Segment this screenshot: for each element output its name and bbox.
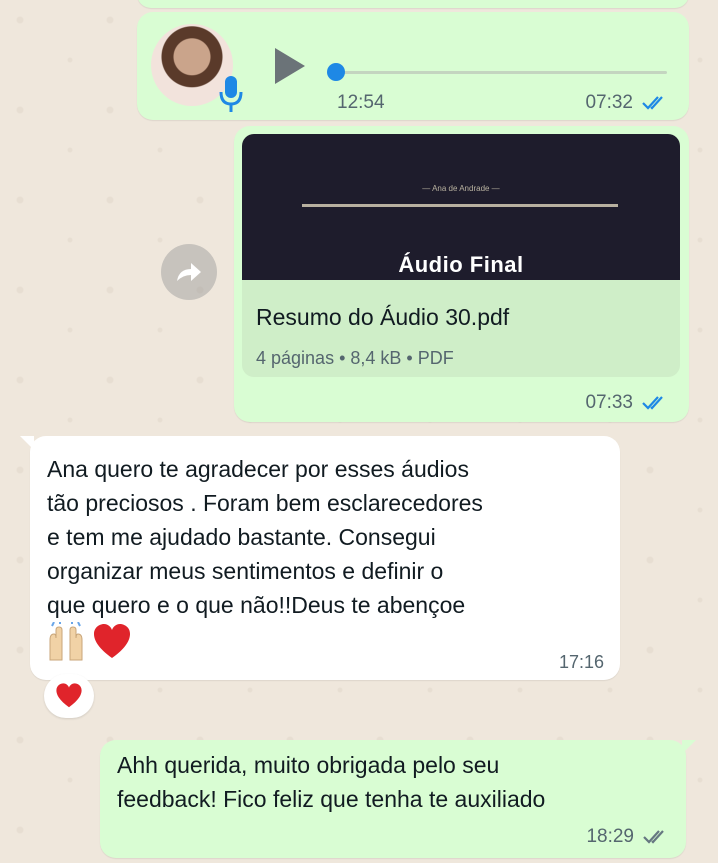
bubble-tail: [682, 740, 696, 754]
preview-subtitle: — Ana de Andrade —: [422, 184, 500, 193]
document-time: 07:33: [585, 392, 633, 413]
outgoing-message[interactable]: Ahh querida, muito obrigada pelo seu fee…: [100, 740, 696, 858]
preview-title: Áudio Final: [398, 252, 524, 277]
bubble-tail: [20, 436, 34, 450]
incoming-time: 17:16: [558, 652, 604, 672]
outgoing-message-text: Ahh querida, muito obrigada pelo seu fee…: [117, 752, 546, 812]
read-ticks-icon: [641, 95, 669, 111]
outgoing-meta: 18:29: [586, 826, 670, 848]
forward-button[interactable]: [161, 244, 217, 300]
document-message[interactable]: — Ana de Andrade — Áudio Final Resumo do…: [234, 126, 689, 422]
document-card[interactable]: — Ana de Andrade — Áudio Final Resumo do…: [242, 134, 680, 377]
audio-progress-knob[interactable]: [327, 63, 345, 81]
voice-duration: 12:54: [337, 92, 385, 113]
read-ticks-icon: [641, 395, 669, 411]
red-heart-icon: [94, 624, 130, 658]
forward-icon: [177, 263, 201, 281]
incoming-message[interactable]: Ana quero te agradecer por esses áudios …: [20, 436, 620, 680]
preview-divider: [302, 204, 618, 207]
emoji-row: [46, 622, 132, 662]
voice-note-message[interactable]: 12:54 07:32: [137, 12, 689, 120]
play-icon[interactable]: [271, 46, 307, 86]
voice-time: 07:32: [585, 92, 633, 113]
red-heart-icon: [56, 683, 82, 708]
outgoing-time: 18:29: [586, 826, 634, 847]
audio-progress-track[interactable]: [335, 71, 667, 74]
microphone-icon: [219, 74, 243, 114]
voice-meta: 07:32: [585, 92, 669, 114]
document-preview: — Ana de Andrade — Áudio Final: [242, 134, 680, 280]
delivered-ticks-icon: [642, 829, 670, 845]
raising-hands-icon: [49, 622, 83, 661]
previous-message-bubble: [137, 0, 689, 8]
incoming-message-text: Ana quero te agradecer por esses áudios …: [47, 456, 483, 618]
reaction-badge[interactable]: [44, 674, 94, 718]
document-info: 4 páginas • 8,4 kB • PDF: [256, 348, 454, 368]
document-meta: 07:33: [585, 392, 669, 414]
document-name: Resumo do Áudio 30.pdf: [256, 304, 510, 330]
